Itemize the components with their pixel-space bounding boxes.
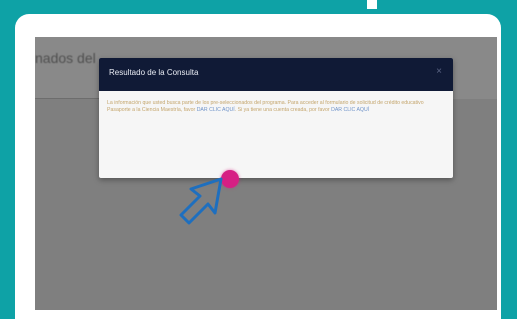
modal-body: La información que usted busca parte de … — [107, 100, 445, 114]
register-link[interactable]: DAR CLIC AQUÍ — [197, 107, 235, 113]
modal-header: Resultado de la Consulta × — [99, 58, 453, 91]
frame-notch — [367, 0, 377, 9]
login-link[interactable]: DAR CLIC AQUÍ — [331, 107, 369, 113]
result-modal: Resultado de la Consulta × La informació… — [99, 58, 453, 178]
close-icon[interactable]: × — [433, 66, 445, 78]
pointer-arrow-icon — [179, 177, 223, 225]
background-heading: nados del — [35, 50, 96, 66]
modal-body-text-2: . Si ya tiene una cuenta creada, por fav… — [234, 107, 330, 113]
browser-screen: nados del Resultado de la Consulta × La … — [35, 37, 497, 310]
modal-title: Resultado de la Consulta — [109, 68, 199, 77]
